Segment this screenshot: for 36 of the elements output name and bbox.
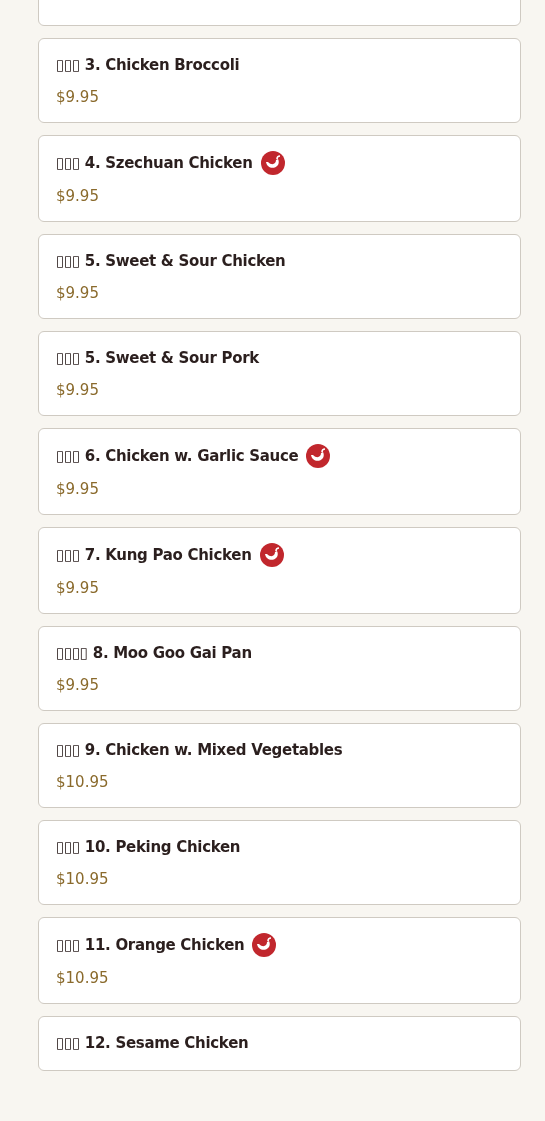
dish-price: $9.95 [56,579,100,597]
dish-name: ▯▯▯ 12. Sesame Chicken [56,1034,249,1052]
menu-item-card[interactable]: ▯▯▯▯ 8. Moo Goo Gai Pan $9.95 [38,626,521,711]
menu-item-card[interactable]: ▯▯▯ 7. Kung Pao Chicken $9.95 [38,527,521,614]
menu-item-card[interactable]: ▯▯▯ 10. Peking Chicken $10.95 [38,820,521,905]
dish-name: ▯▯▯▯ 8. Moo Goo Gai Pan [56,644,252,662]
dish-name: ▯▯▯ 11. Orange Chicken [56,936,245,954]
menu-item-card[interactable]: ▯▯▯ 4. Szechuan Chicken $9.95 [38,135,521,222]
chili-pepper-icon [252,933,277,957]
dish-price: $9.95 [56,381,100,399]
menu-item-card[interactable]: ▯▯▯ 5. Sweet & Sour Chicken $9.95 [38,234,521,319]
dish-price: $9.95 [56,676,100,694]
dish-name: ▯▯▯ 6. Chicken w. Garlic Sauce [56,447,299,465]
dish-price: $10.95 [56,969,110,987]
chili-pepper-icon [259,543,284,567]
menu-item-card[interactable]: ▯▯▯ 6. Chicken w. Garlic Sauce $9.95 [38,428,521,515]
dish-name: ▯▯▯ 5. Sweet & Sour Chicken [56,252,286,270]
menu-item-card[interactable]: ▯▯▯ 5. Sweet & Sour Pork $9.95 [38,331,521,416]
dish-price: $9.95 [56,88,100,106]
dish-name: ▯▯▯ 3. Chicken Broccoli [56,56,240,74]
menu-item-card[interactable]: ▯▯▯ 11. Orange Chicken $10.95 [38,917,521,1004]
menu-item-card[interactable]: ▯▯▯ 12. Sesame Chicken [38,1016,521,1071]
dish-name: ▯▯▯ 4. Szechuan Chicken [56,154,253,172]
dish-name: ▯▯▯ 10. Peking Chicken [56,838,241,856]
dish-price: $9.95 [56,284,100,302]
chili-pepper-icon [306,444,331,468]
dish-name: ▯▯▯ 5. Sweet & Sour Pork [56,349,259,367]
menu-item-card[interactable]: ▯▯▯ 9. Chicken w. Mixed Vegetables $10.95 [38,723,521,808]
dish-price: $9.95 [56,187,100,205]
menu-item-card[interactable]: ▯▯▯ 3. Chicken Broccoli $9.95 [38,38,521,123]
dish-price: $10.95 [56,870,110,888]
chili-pepper-icon [260,151,285,175]
dish-price: $9.95 [56,480,100,498]
dish-name: ▯▯▯ 7. Kung Pao Chicken [56,546,252,564]
dish-name: ▯▯▯ 9. Chicken w. Mixed Vegetables [56,741,343,759]
dish-price: $10.95 [56,773,110,791]
